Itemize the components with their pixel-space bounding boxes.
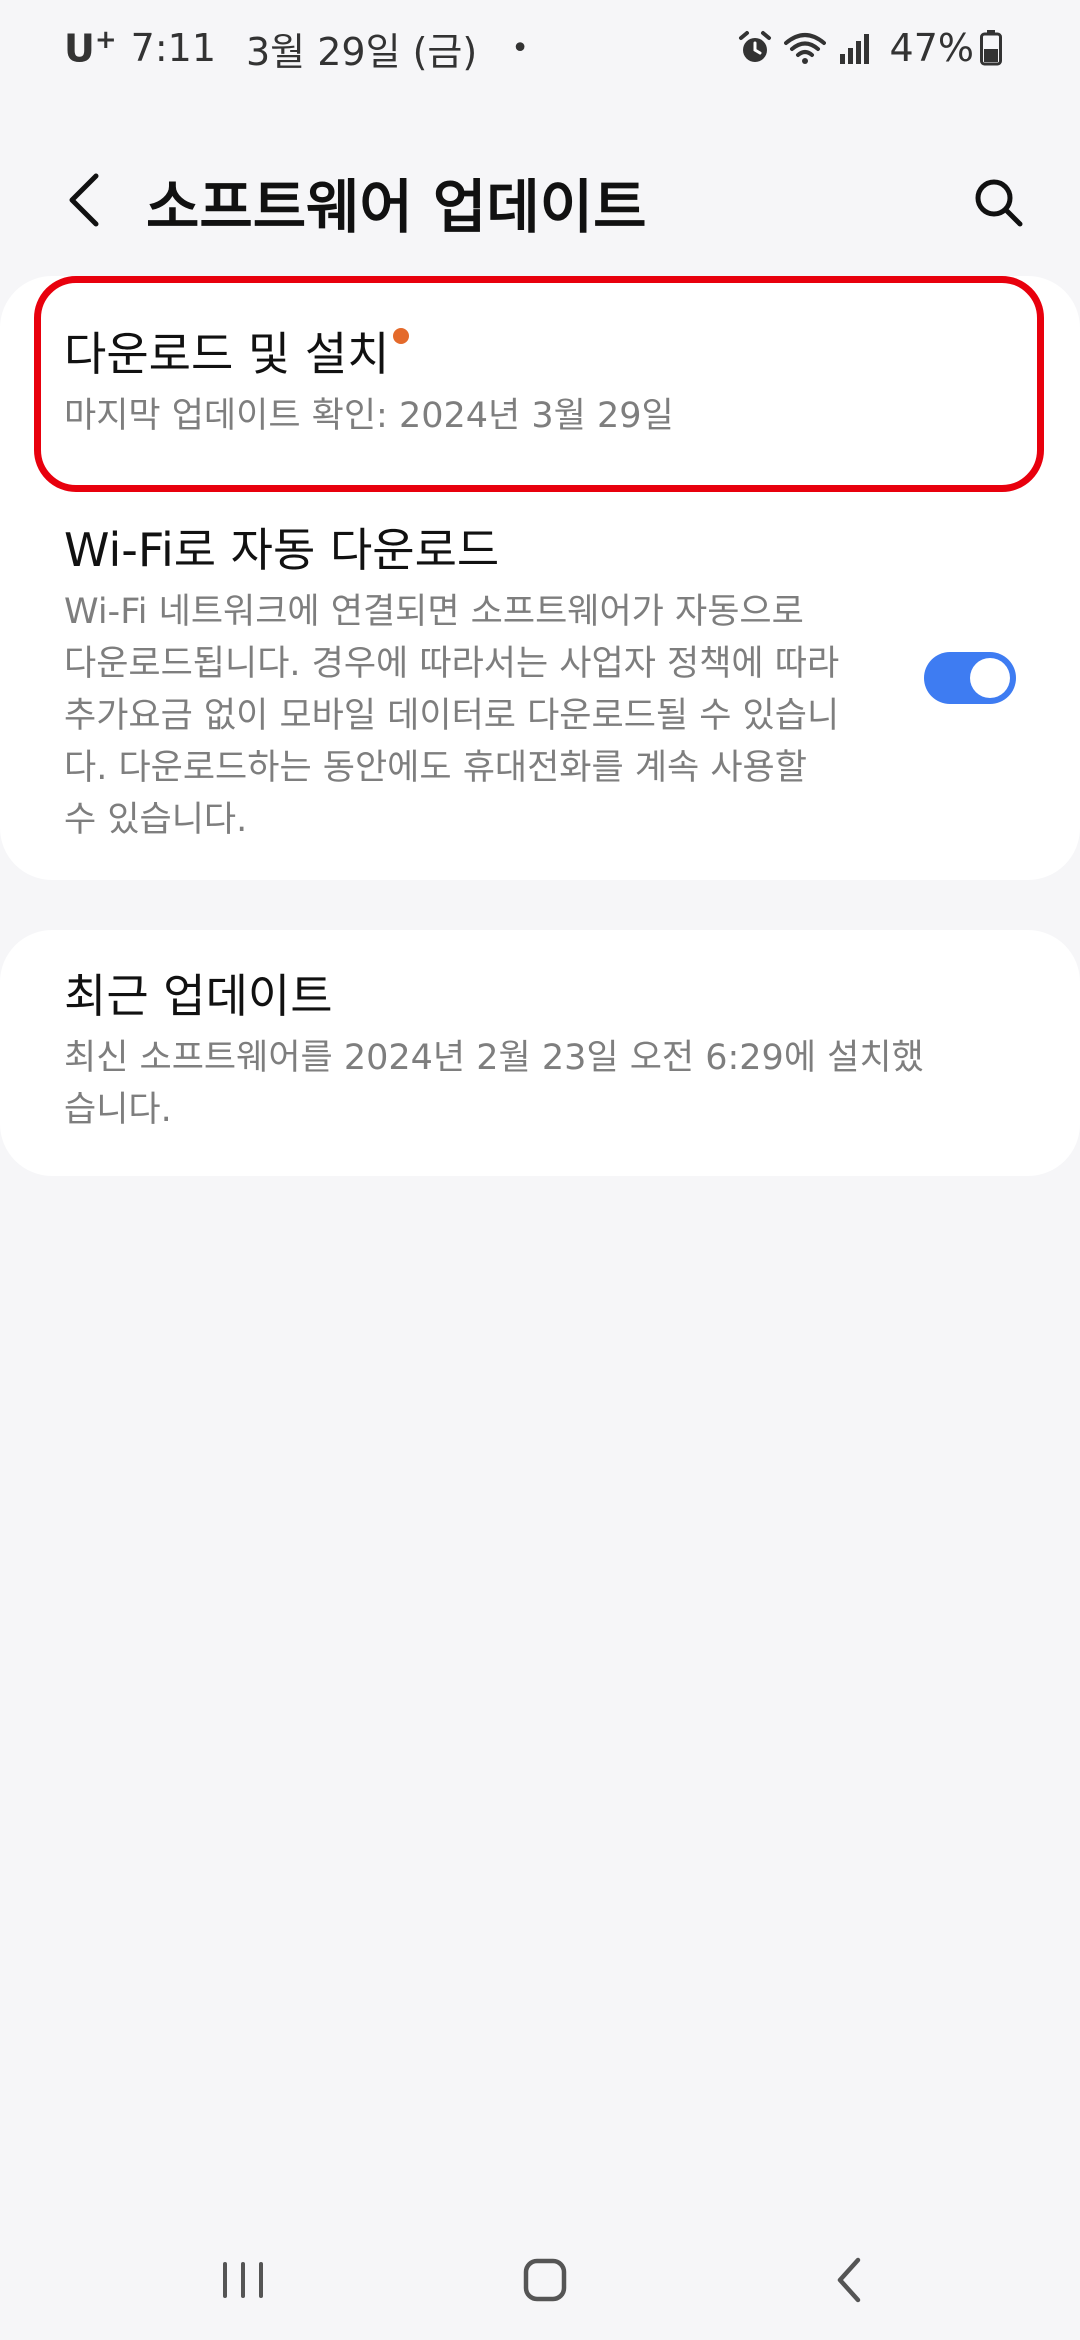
home-icon bbox=[523, 2258, 567, 2302]
new-badge-dot bbox=[393, 328, 410, 344]
download-install-item[interactable]: 다운로드 및 설치 마지막 업데이트 확인: 2024년 3월 29일 bbox=[64, 324, 924, 442]
back-button[interactable] bbox=[48, 164, 120, 236]
alarm-icon bbox=[738, 30, 772, 66]
recents-icon bbox=[223, 2262, 263, 2298]
download-install-title: 다운로드 및 설치 bbox=[64, 324, 410, 384]
wifi-auto-download-title: Wi-Fi로 자동 다운로드 bbox=[64, 523, 500, 577]
navigation-bar bbox=[0, 2220, 1080, 2340]
status-date: 3월 29일 (금) bbox=[246, 29, 478, 74]
notification-dot: • bbox=[511, 30, 529, 66]
battery-percent: 47% bbox=[889, 26, 974, 70]
settings-card-recent: 최근 업데이트 최신 소프트웨어를 2024년 2월 23일 오전 6:29에 … bbox=[0, 930, 1080, 1176]
search-icon bbox=[975, 179, 1023, 227]
settings-card-update: 다운로드 및 설치 마지막 업데이트 확인: 2024년 3월 29일 Wi-F… bbox=[0, 276, 1080, 880]
recents-button[interactable] bbox=[198, 2240, 288, 2320]
carrier-label: U+ bbox=[64, 25, 117, 71]
search-button[interactable] bbox=[960, 164, 1036, 240]
wifi-auto-download-item[interactable]: Wi-Fi로 자동 다운로드 Wi-Fi 네트워크에 연결되면 소프트웨어가 자… bbox=[64, 520, 844, 846]
recent-update-description: 최신 소프트웨어를 2024년 2월 23일 오전 6:29에 설치했습니다. bbox=[64, 1038, 924, 1130]
page-title: 소프트웨어 업데이트 bbox=[146, 173, 647, 241]
battery-icon bbox=[980, 30, 1002, 66]
signal-icon bbox=[838, 32, 872, 64]
recent-update-item[interactable]: 최근 업데이트 최신 소프트웨어를 2024년 2월 23일 오전 6:29에 … bbox=[64, 966, 924, 1136]
app-header: 소프트웨어 업데이트 bbox=[0, 140, 1080, 260]
wifi-auto-download-toggle[interactable] bbox=[924, 652, 1016, 704]
status-right: 47% bbox=[738, 22, 1014, 74]
back-icon bbox=[837, 2257, 861, 2303]
wifi-icon bbox=[783, 31, 826, 65]
toggle-knob bbox=[970, 658, 1010, 698]
status-time: 7:11 bbox=[130, 26, 216, 70]
chevron-left-icon bbox=[69, 173, 99, 227]
nav-back-button[interactable] bbox=[804, 2240, 894, 2320]
status-bar: U+ 7:11 3월 29일 (금) • 47% bbox=[0, 0, 1080, 100]
last-check-label: 마지막 업데이트 확인: 2024년 3월 29일 bbox=[64, 396, 674, 436]
home-button[interactable] bbox=[500, 2240, 590, 2320]
recent-update-title: 최근 업데이트 bbox=[64, 969, 333, 1023]
status-left: U+ 7:11 3월 29일 (금) • bbox=[64, 22, 529, 74]
wifi-auto-download-description: Wi-Fi 네트워크에 연결되면 소프트웨어가 자동으로 다운로드됩니다. 경우… bbox=[64, 592, 840, 840]
